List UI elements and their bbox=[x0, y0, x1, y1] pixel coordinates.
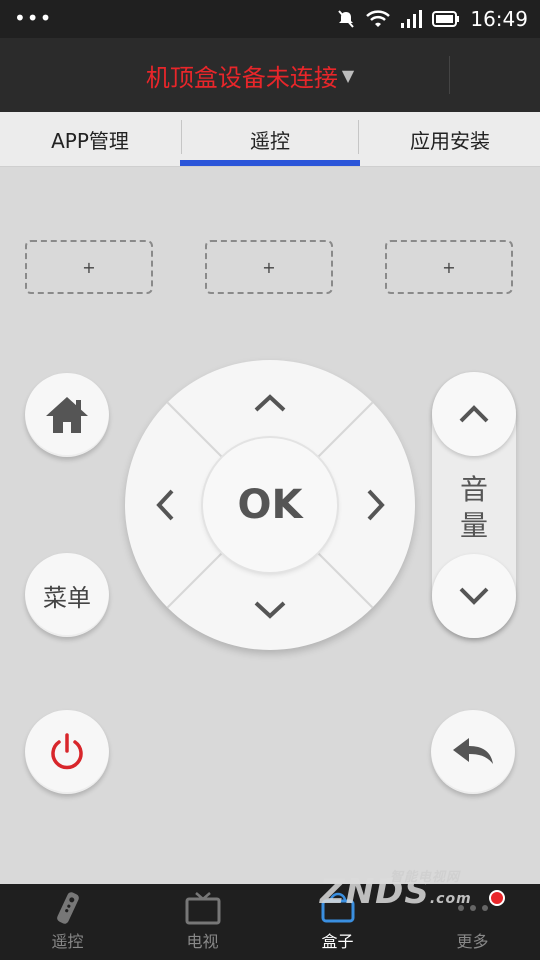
volume-label-char: 量 bbox=[459, 509, 488, 542]
clock: 16:49 bbox=[470, 7, 528, 31]
dropdown-caret-icon: ▼ bbox=[341, 65, 355, 85]
battery-icon bbox=[432, 11, 460, 27]
nav-label: 遥控 bbox=[51, 932, 84, 951]
tab-bar: APP管理 遥控 应用安装 bbox=[0, 112, 540, 167]
watermark-top-text: 智能电视网 bbox=[390, 870, 461, 885]
watermark-logo: 智能电视网 ZNDS.com bbox=[320, 870, 472, 912]
tab-label: 遥控 bbox=[250, 128, 290, 153]
chevron-left-icon bbox=[155, 489, 173, 521]
back-arrow-icon bbox=[453, 738, 493, 764]
status-bar: ••• 16:49 bbox=[0, 0, 540, 38]
tab-divider bbox=[358, 120, 359, 154]
watermark-suffix: .com bbox=[429, 891, 472, 907]
device-status-title: 机顶盒设备未连接 bbox=[145, 63, 338, 92]
chevron-up-icon bbox=[254, 393, 286, 411]
tab-remote[interactable]: 遥控 bbox=[180, 112, 360, 166]
header-bar: 机顶盒设备未连接 ▼ bbox=[0, 38, 540, 112]
power-icon bbox=[51, 733, 83, 770]
device-selector[interactable]: 机顶盒设备未连接 ▼ bbox=[0, 38, 500, 112]
volume-control: 音 量 bbox=[432, 372, 516, 638]
dpad-right-button[interactable] bbox=[348, 470, 403, 540]
chevron-down-icon bbox=[254, 601, 286, 619]
chevron-up-icon bbox=[459, 405, 489, 423]
tab-label: APP管理 bbox=[51, 128, 129, 153]
tab-app-management[interactable]: APP管理 bbox=[0, 112, 180, 166]
chevron-down-icon bbox=[459, 587, 489, 605]
ok-button[interactable]: OK bbox=[203, 438, 337, 572]
tab-app-install[interactable]: 应用安装 bbox=[360, 112, 540, 166]
nav-tv[interactable]: 电视 bbox=[135, 884, 270, 960]
header-divider bbox=[449, 56, 450, 94]
add-shortcut-slot-1[interactable]: + bbox=[25, 240, 153, 294]
wifi-icon bbox=[366, 10, 391, 27]
signal-icon bbox=[401, 10, 423, 28]
direction-pad: OK bbox=[125, 360, 415, 650]
notification-dots: ••• bbox=[14, 6, 53, 30]
chevron-right-icon bbox=[367, 489, 385, 521]
volume-label: 音 量 bbox=[432, 472, 516, 544]
notification-badge bbox=[489, 890, 505, 906]
home-button[interactable] bbox=[25, 373, 109, 457]
nav-remote[interactable]: 遥控 bbox=[0, 884, 135, 960]
nav-label: 盒子 bbox=[321, 932, 354, 951]
volume-up-button[interactable] bbox=[432, 372, 516, 456]
home-icon bbox=[46, 397, 88, 433]
remote-icon bbox=[56, 892, 79, 924]
back-button[interactable] bbox=[431, 710, 515, 794]
menu-label: 菜单 bbox=[43, 583, 91, 612]
add-shortcut-slot-2[interactable]: + bbox=[205, 240, 333, 294]
tv-icon bbox=[185, 892, 220, 925]
menu-button[interactable]: 菜单 bbox=[25, 553, 109, 637]
mute-icon bbox=[338, 10, 355, 28]
dpad-up-button[interactable] bbox=[235, 375, 305, 430]
nav-label: 电视 bbox=[186, 932, 219, 951]
status-icons: 16:49 bbox=[336, 0, 528, 38]
power-button[interactable] bbox=[25, 710, 109, 794]
dpad-down-button[interactable] bbox=[235, 582, 305, 637]
nav-label: 更多 bbox=[456, 932, 489, 951]
volume-label-char: 音 bbox=[459, 473, 488, 506]
tab-label: 应用安装 bbox=[410, 128, 490, 153]
add-shortcut-slot-3[interactable]: + bbox=[385, 240, 513, 294]
tab-divider bbox=[181, 120, 182, 154]
dpad-left-button[interactable] bbox=[137, 470, 192, 540]
volume-down-button[interactable] bbox=[432, 554, 516, 638]
